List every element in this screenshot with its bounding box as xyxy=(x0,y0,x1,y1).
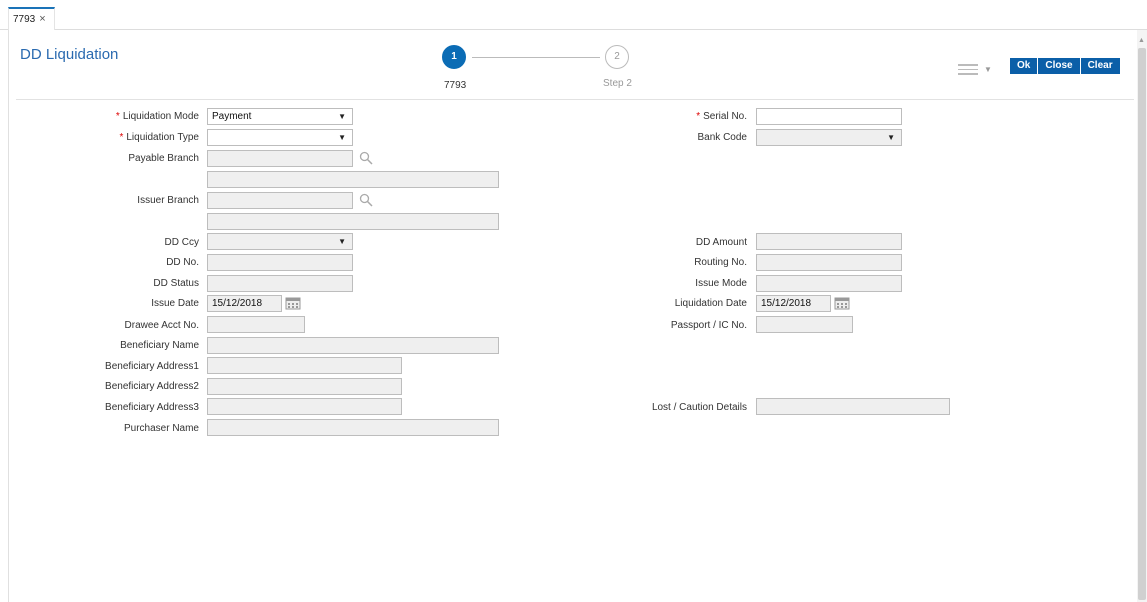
beneficiary-address3-label: Beneficiary Address3 xyxy=(105,402,199,413)
dd-ccy-label: DD Ccy xyxy=(164,237,199,248)
calendar-icon[interactable] xyxy=(285,296,301,310)
issue-mode-field[interactable] xyxy=(756,275,902,292)
liquidation-date-label: Liquidation Date xyxy=(674,298,747,309)
purchaser-name-label: Purchaser Name xyxy=(123,423,199,434)
dd-amount-field[interactable] xyxy=(756,233,902,250)
action-buttons: Ok Close Clear xyxy=(1010,58,1121,74)
beneficiary-address1-field[interactable] xyxy=(207,357,402,374)
step-2-indicator[interactable]: 2 xyxy=(605,45,629,69)
page-title: DD Liquidation xyxy=(20,46,119,63)
step-connector xyxy=(472,57,600,58)
dd-no-label: DD No. xyxy=(166,257,199,268)
liquidation-type-label: * Liquidation Type xyxy=(119,132,199,143)
ok-button[interactable]: Ok xyxy=(1010,58,1039,74)
passport-ic-no-field[interactable] xyxy=(756,316,853,333)
search-icon[interactable] xyxy=(359,151,373,165)
beneficiary-address1-label: Beneficiary Address1 xyxy=(105,361,199,372)
dd-amount-label: DD Amount xyxy=(695,237,747,248)
serial-no-field[interactable] xyxy=(756,108,902,125)
liquidation-mode-label: * Liquidation Mode xyxy=(115,111,199,122)
tab-label: 7793 xyxy=(13,14,36,25)
dd-ccy-select[interactable] xyxy=(207,233,353,250)
drawee-acct-no-field[interactable] xyxy=(207,316,305,333)
close-button[interactable]: Close xyxy=(1038,58,1081,74)
issuer-branch-field[interactable] xyxy=(207,192,353,209)
issue-date-field[interactable]: 15/12/2018 xyxy=(207,295,282,312)
serial-no-label: * Serial No. xyxy=(696,111,747,122)
issue-mode-label: Issue Mode xyxy=(695,278,747,289)
dd-no-field[interactable] xyxy=(207,254,353,271)
liquidation-date-field[interactable]: 15/12/2018 xyxy=(756,295,831,312)
lost-caution-details-label: Lost / Caution Details xyxy=(651,402,747,413)
routing-no-field[interactable] xyxy=(756,254,902,271)
step-1-label: 7793 xyxy=(444,80,467,91)
issuer-branch-label: Issuer Branch xyxy=(137,195,199,206)
search-icon[interactable] xyxy=(359,193,373,207)
issuer-branch-name-field xyxy=(207,213,499,230)
beneficiary-address3-field[interactable] xyxy=(207,398,402,415)
drawee-acct-no-label: Drawee Acct No. xyxy=(124,320,199,331)
hamburger-menu-icon[interactable] xyxy=(958,64,978,75)
payable-branch-name-field xyxy=(207,171,499,188)
payable-branch-field[interactable] xyxy=(207,150,353,167)
bank-code-label: Bank Code xyxy=(697,132,747,143)
payable-branch-label: Payable Branch xyxy=(128,153,199,164)
calendar-icon[interactable] xyxy=(834,296,850,310)
beneficiary-name-label: Beneficiary Name xyxy=(120,340,199,351)
liquidation-type-select[interactable] xyxy=(207,129,353,146)
issue-date-label: Issue Date xyxy=(151,298,199,309)
step-2-label: Step 2 xyxy=(603,78,632,89)
chevron-down-icon[interactable]: ▼ xyxy=(984,65,992,74)
dd-status-field[interactable] xyxy=(207,275,353,292)
beneficiary-name-field[interactable] xyxy=(207,337,499,354)
beneficiary-address2-field[interactable] xyxy=(207,378,402,395)
header-divider xyxy=(16,99,1134,100)
liquidation-mode-select[interactable]: Payment xyxy=(207,108,353,125)
tab-7793[interactable]: 7793 × xyxy=(8,7,55,30)
bank-code-select[interactable] xyxy=(756,129,902,146)
beneficiary-address2-label: Beneficiary Address2 xyxy=(105,381,199,392)
dd-status-label: DD Status xyxy=(153,278,199,289)
scrollbar-thumb[interactable] xyxy=(1138,48,1146,600)
step-1-indicator[interactable]: 1 xyxy=(442,45,466,69)
lost-caution-details-field[interactable] xyxy=(756,398,950,415)
passport-ic-no-label: Passport / IC No. xyxy=(670,320,747,331)
clear-button[interactable]: Clear xyxy=(1080,58,1121,74)
scroll-up-icon[interactable]: ▲ xyxy=(1138,37,1145,44)
purchaser-name-field[interactable] xyxy=(207,419,499,436)
routing-no-label: Routing No. xyxy=(694,257,747,268)
tab-bar: 7793 × xyxy=(0,0,1147,30)
close-tab-icon[interactable]: × xyxy=(39,13,45,25)
